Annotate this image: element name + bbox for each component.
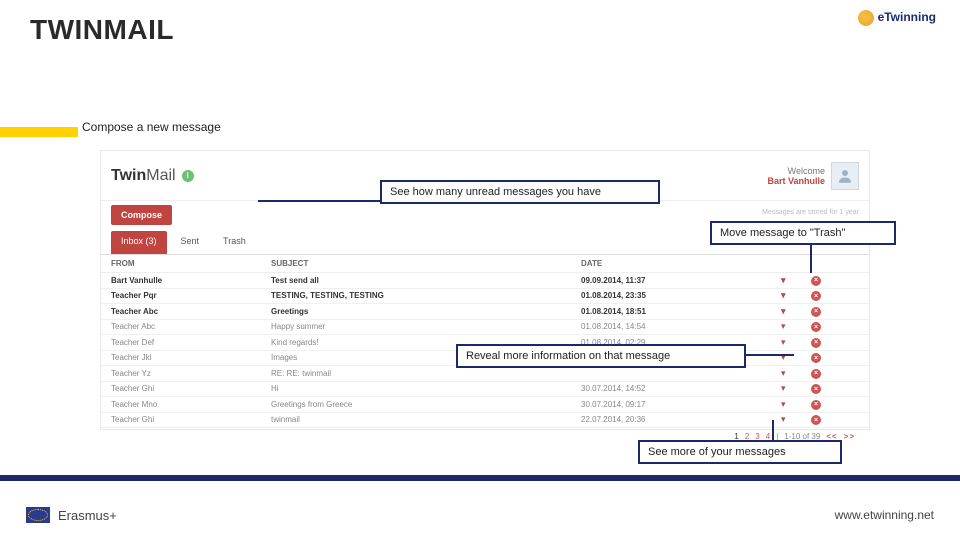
welcome-block: Welcome Bart Vanhulle — [767, 162, 859, 190]
col-from: FROM — [111, 259, 271, 268]
table-row[interactable]: Teacher AbcHappy summer01.08.2014, 14:54… — [101, 320, 869, 336]
expand-icon[interactable]: ▾ — [781, 414, 786, 424]
tab-sent[interactable]: Sent — [171, 231, 210, 254]
table-row[interactable]: Teacher GhiHi30.07.2014, 14:52▾ × — [101, 382, 869, 398]
callout-reveal: Reveal more information on that message — [456, 344, 746, 368]
cell-from: Teacher Mno — [111, 400, 271, 409]
cell-date: 01.08.2014, 18:51 — [581, 307, 781, 316]
cell-subject: Test send all — [271, 276, 581, 285]
table-row[interactable]: Teacher AbcGreetings01.08.2014, 18:51▾ × — [101, 304, 869, 320]
table-row[interactable]: Teacher YzRE: RE: twinmail ▾ × — [101, 366, 869, 382]
cell-date: 30.07.2014, 14:52 — [581, 384, 781, 393]
divider-stripe — [0, 475, 960, 481]
delete-icon[interactable]: × — [811, 338, 821, 348]
cell-from: Teacher Yz — [111, 369, 271, 378]
info-icon[interactable]: i — [182, 170, 194, 182]
cell-from: Teacher Abc — [111, 322, 271, 331]
cell-subject: Hi — [271, 384, 581, 393]
callout-trash-line — [810, 243, 812, 273]
footer-url: www.etwinning.net — [835, 508, 934, 522]
app-title-prefix: Twin — [111, 167, 146, 184]
erasmus-label: Erasmus+ — [58, 508, 117, 523]
expand-icon[interactable]: ▾ — [781, 383, 786, 393]
col-date: DATE — [581, 259, 781, 268]
delete-icon[interactable]: × — [811, 415, 821, 425]
table-row[interactable]: Bart VanhulleTest send all09.09.2014, 11… — [101, 273, 869, 289]
expand-icon[interactable]: ▾ — [781, 337, 786, 347]
delete-icon[interactable]: × — [811, 384, 821, 394]
table-row[interactable]: Teacher MnoGreetings from Greece30.07.20… — [101, 397, 869, 413]
expand-icon[interactable]: ▾ — [781, 399, 786, 409]
app-title-suffix: Mail — [146, 167, 175, 184]
cell-subject: twinmail — [271, 415, 581, 424]
delete-icon[interactable]: × — [811, 276, 821, 286]
cell-from: Teacher Ghi — [111, 415, 271, 424]
app-title: TwinMail i — [111, 167, 194, 185]
delete-icon[interactable]: × — [811, 307, 821, 317]
erasmus-block: Erasmus+ — [26, 507, 117, 523]
table-row[interactable]: Teacher PqrTESTING, TESTING, TESTING01.0… — [101, 289, 869, 305]
delete-icon[interactable]: × — [811, 291, 821, 301]
caption-compose: Compose a new message — [82, 120, 221, 134]
table-header: FROM SUBJECT DATE — [101, 255, 869, 273]
cell-from: Teacher Jkl — [111, 353, 271, 362]
cell-from: Teacher Pqr — [111, 291, 271, 300]
slide-title: TWINMAIL — [30, 14, 174, 46]
table-row[interactable]: Teacher Ghitwinmail22.07.2014, 20:36▾ × — [101, 413, 869, 429]
cell-from: Teacher Def — [111, 338, 271, 347]
callout-seemore: See more of your messages — [638, 440, 842, 464]
cell-subject: Happy summer — [271, 322, 581, 331]
cell-subject: Greetings — [271, 307, 581, 316]
delete-icon[interactable]: × — [811, 353, 821, 363]
col-subject: SUBJECT — [271, 259, 581, 268]
cell-from: Teacher Abc — [111, 307, 271, 316]
delete-icon[interactable]: × — [811, 322, 821, 332]
etwinning-logo: eTwinning — [858, 10, 936, 26]
callout-seemore-line — [772, 420, 774, 440]
cell-subject: RE: RE: twinmail — [271, 369, 581, 378]
cell-date: 22.07.2014, 20:36 — [581, 415, 781, 424]
cell-date: 01.08.2014, 14:54 — [581, 322, 781, 331]
expand-icon[interactable]: ▾ — [781, 306, 786, 316]
cell-date: 09.09.2014, 11:37 — [581, 276, 781, 285]
tab-trash[interactable]: Trash — [213, 231, 256, 254]
delete-icon[interactable]: × — [811, 400, 821, 410]
etwinning-logo-icon — [858, 10, 874, 26]
expand-icon[interactable]: ▾ — [781, 290, 786, 300]
cell-subject: Greetings from Greece — [271, 400, 581, 409]
footer: Erasmus+ www.etwinning.net — [0, 490, 960, 540]
callout-trash: Move message to "Trash" — [710, 221, 896, 245]
storage-note: Messages are stored for 1 year — [762, 209, 859, 216]
welcome-name: Bart Vanhulle — [767, 176, 825, 186]
cell-date: 01.08.2014, 23:35 — [581, 291, 781, 300]
accent-bar — [0, 127, 78, 137]
callout-unread-line — [258, 200, 380, 202]
expand-icon[interactable]: ▾ — [781, 368, 786, 378]
cell-from: Teacher Ghi — [111, 384, 271, 393]
cell-from: Bart Vanhulle — [111, 276, 271, 285]
expand-icon[interactable]: ▾ — [781, 275, 786, 285]
expand-icon[interactable]: ▾ — [781, 321, 786, 331]
delete-icon[interactable]: × — [811, 369, 821, 379]
etwinning-logo-text: eTwinning — [878, 10, 936, 24]
page-next[interactable]: >> — [844, 432, 855, 441]
callout-unread: See how many unread messages you have — [380, 180, 660, 204]
welcome-label: Welcome — [788, 166, 825, 176]
cell-date: 30.07.2014, 09:17 — [581, 400, 781, 409]
compose-button[interactable]: Compose — [111, 205, 172, 225]
eu-flag-icon — [26, 507, 50, 523]
callout-reveal-line — [746, 354, 794, 356]
tab-inbox[interactable]: Inbox (3) — [111, 231, 167, 254]
cell-subject: TESTING, TESTING, TESTING — [271, 291, 581, 300]
avatar-icon[interactable] — [831, 162, 859, 190]
